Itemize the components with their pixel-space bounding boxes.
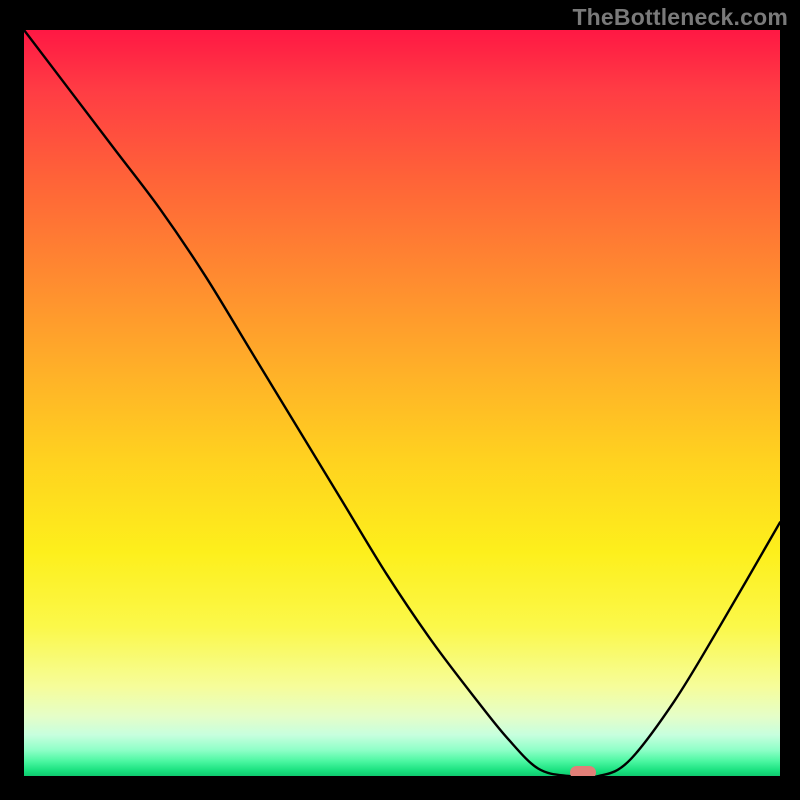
- bottleneck-curve: [24, 30, 780, 776]
- chart-stage: TheBottleneck.com: [0, 0, 800, 800]
- watermark-text: TheBottleneck.com: [572, 4, 788, 31]
- plot-area: [24, 30, 780, 776]
- optimum-marker: [570, 766, 596, 776]
